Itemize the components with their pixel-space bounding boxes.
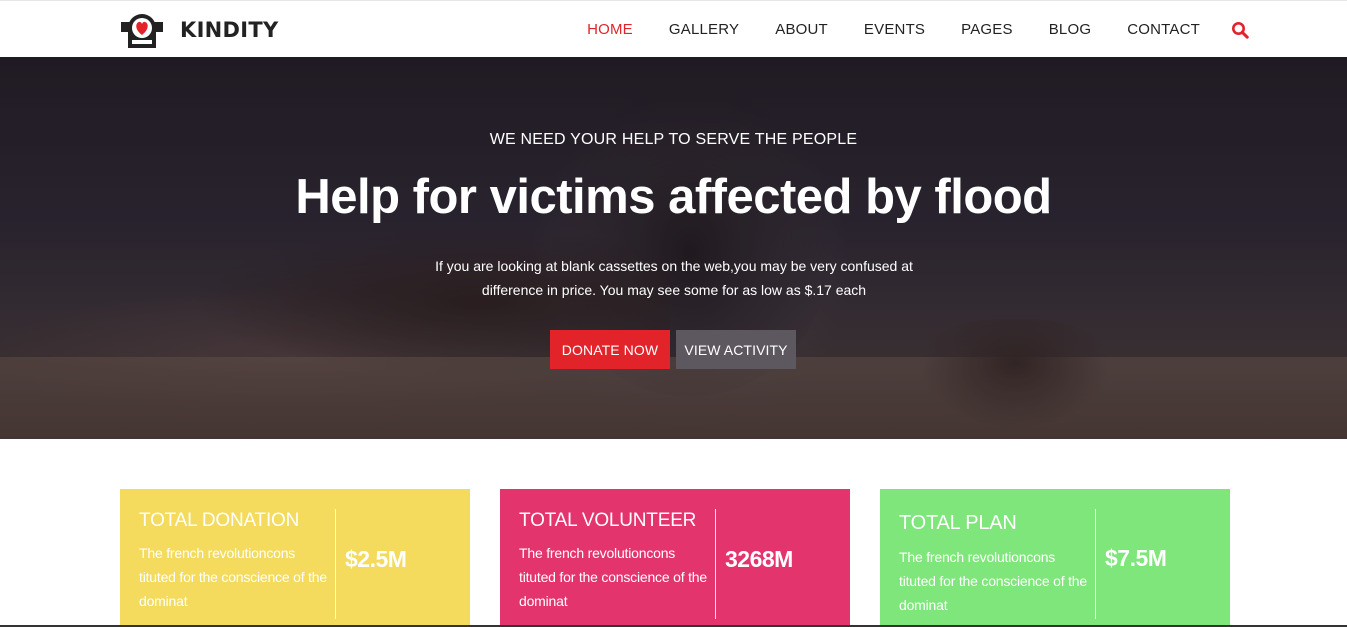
hero-overlay <box>0 57 1347 439</box>
stat-value: 3268M <box>725 546 793 572</box>
stat-card-donation: TOTAL DONATION The french revolutioncons… <box>120 489 470 627</box>
hero-banner: WE NEED YOUR HELP TO SERVE THE PEOPLE He… <box>0 57 1347 439</box>
nav-home[interactable]: HOME <box>587 21 633 38</box>
stat-card-volunteer: TOTAL VOLUNTEER The french revolutioncon… <box>500 489 850 627</box>
stat-title: TOTAL PLAN <box>899 512 1017 534</box>
donate-now-button[interactable]: DONATE NOW <box>550 330 670 369</box>
hero-title: Help for victims affected by flood <box>295 170 1052 224</box>
nav-events[interactable]: EVENTS <box>864 21 925 38</box>
site-header: KINDITY HOME GALLERY ABOUT EVENTS PAGES … <box>0 0 1347 57</box>
nav-blog[interactable]: BLOG <box>1049 21 1091 38</box>
nav-gallery[interactable]: GALLERY <box>669 21 739 38</box>
heart-home-icon <box>121 14 163 48</box>
brand-logo[interactable]: KINDITY <box>118 10 279 50</box>
stat-value: $2.5M <box>345 546 407 572</box>
nav-pages[interactable]: PAGES <box>961 21 1013 38</box>
brand-name: KINDITY <box>180 18 279 42</box>
stat-description: The french revolutioncons tituted for th… <box>519 545 707 609</box>
nav-about[interactable]: ABOUT <box>775 21 828 38</box>
main-nav: HOME GALLERY ABOUT EVENTS PAGES BLOG CON… <box>551 1 1249 58</box>
view-activity-button[interactable]: VIEW ACTIVITY <box>676 330 796 369</box>
hero-kicker: WE NEED YOUR HELP TO SERVE THE PEOPLE <box>489 131 858 148</box>
stat-title: TOTAL DONATION <box>139 510 300 531</box>
nav-contact[interactable]: CONTACT <box>1127 21 1200 38</box>
stat-divider <box>715 509 716 619</box>
hero-description: If you are looking at blank cassettes on… <box>435 258 913 298</box>
stat-description: The french revolutioncons tituted for th… <box>899 549 1087 613</box>
stat-divider <box>335 509 336 619</box>
stat-value: $7.5M <box>1105 545 1167 571</box>
stat-card-plan: TOTAL PLAN The french revolutioncons tit… <box>880 489 1230 627</box>
stat-description: The french revolutioncons tituted for th… <box>139 545 327 609</box>
stat-divider <box>1095 509 1096 619</box>
search-icon[interactable] <box>1231 21 1249 39</box>
stat-title: TOTAL VOLUNTEER <box>519 510 697 531</box>
